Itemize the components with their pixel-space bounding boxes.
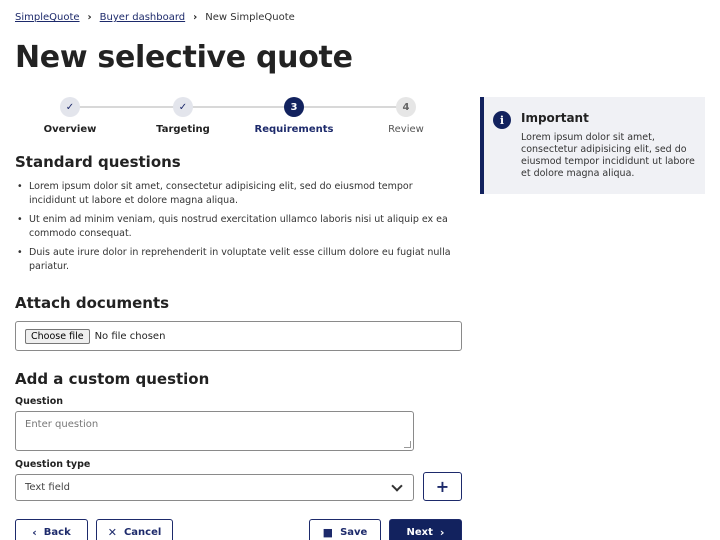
add-question-button[interactable]: + — [423, 472, 462, 501]
cancel-button-label: Cancel — [123, 526, 162, 538]
question-type-value: Text field — [25, 482, 70, 493]
standard-questions-list: Lorem ipsum dolor sit amet, consectetur … — [15, 180, 455, 279]
list-item: Lorem ipsum dolor sit amet, consectetur … — [15, 180, 455, 208]
check-icon: ✓ — [173, 97, 193, 117]
question-input[interactable]: Enter question — [15, 411, 414, 451]
chevron-right-icon: › — [439, 525, 445, 539]
custom-question-heading: Add a custom question — [15, 370, 210, 388]
callout-title: Important — [521, 111, 589, 125]
chevron-left-icon: ‹ — [32, 525, 37, 539]
save-button-label: Save — [340, 526, 368, 538]
save-icon: ■ — [322, 525, 334, 539]
callout-body: Lorem ipsum dolor sit amet, consectetur … — [521, 132, 695, 179]
step-number: 4 — [396, 97, 416, 117]
file-status: No file chosen — [94, 330, 166, 342]
breadcrumb-separator-icon: › — [87, 12, 92, 23]
progress-stepper: ✓ Overview ✓ Targeting 3 Requirements 4 … — [15, 97, 465, 141]
next-button[interactable]: Next › — [389, 519, 462, 540]
chevron-down-icon — [391, 479, 403, 492]
next-button-label: Next — [406, 526, 433, 538]
step-review[interactable]: 4 Review — [351, 97, 461, 135]
breadcrumb-link-buyer-dashboard[interactable]: Buyer dashboard — [100, 12, 185, 23]
step-label: Requirements — [254, 124, 334, 135]
attach-documents-heading: Attach documents — [15, 294, 170, 312]
breadcrumb-separator-icon: › — [193, 12, 198, 23]
standard-questions-heading: Standard questions — [15, 153, 181, 171]
choose-file-button[interactable]: Choose file — [25, 328, 90, 344]
step-number: 3 — [284, 97, 304, 117]
important-callout: i Important Lorem ipsum dolor sit amet, … — [480, 97, 705, 194]
cancel-button[interactable]: ✕ Cancel — [96, 519, 173, 540]
step-label: Review — [388, 124, 424, 135]
close-icon: ✕ — [107, 525, 117, 539]
save-button[interactable]: ■ Save — [309, 519, 381, 540]
back-button-label: Back — [43, 526, 71, 538]
question-label: Question — [15, 396, 64, 407]
step-label: Overview — [43, 124, 97, 135]
info-icon: i — [493, 111, 511, 129]
file-input[interactable]: Choose file No file chosen — [15, 321, 462, 351]
list-item: Duis aute irure dolor in reprehenderit i… — [15, 246, 455, 274]
step-label: Targeting — [156, 124, 210, 135]
step-requirements[interactable]: 3 Requirements — [239, 97, 349, 135]
breadcrumb-link-simplequote[interactable]: SimpleQuote — [15, 12, 80, 23]
breadcrumb: SimpleQuote › Buyer dashboard › New Simp… — [15, 12, 295, 23]
back-button[interactable]: ‹ Back — [15, 519, 88, 540]
list-item: Ut enim ad minim veniam, quis nostrud ex… — [15, 213, 455, 241]
question-type-select[interactable]: Text field — [15, 474, 414, 501]
step-overview[interactable]: ✓ Overview — [15, 97, 125, 135]
breadcrumb-current: New SimpleQuote — [205, 12, 295, 23]
check-icon: ✓ — [60, 97, 80, 117]
page-title: New selective quote — [15, 40, 353, 75]
question-type-label: Question type — [15, 459, 91, 470]
step-targeting[interactable]: ✓ Targeting — [128, 97, 238, 135]
